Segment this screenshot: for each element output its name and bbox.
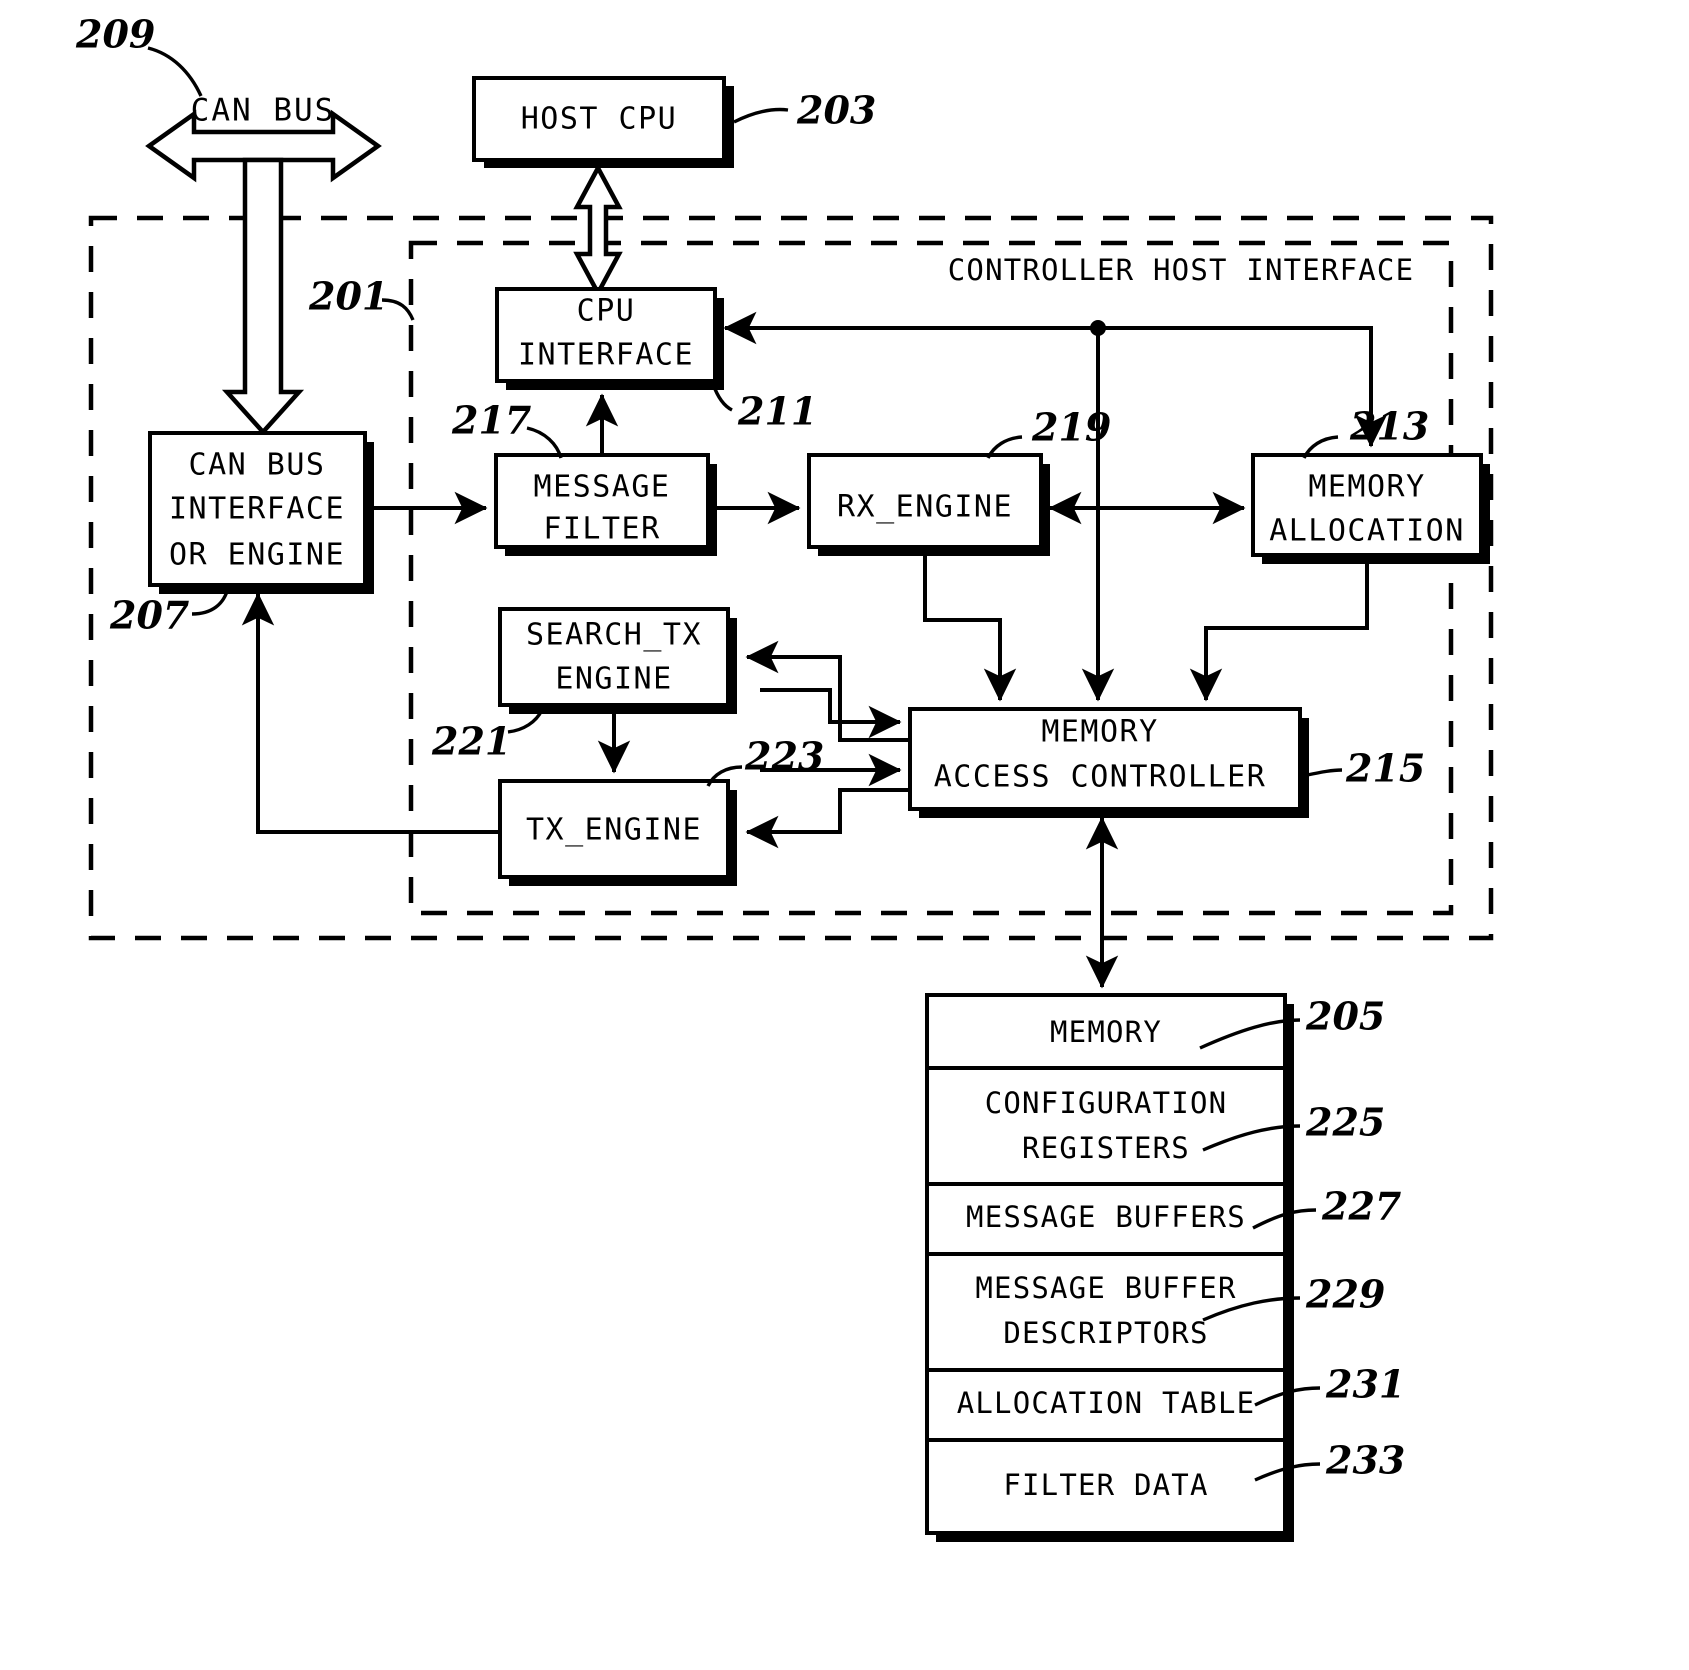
ref-numeral-229: 229: [1305, 1272, 1385, 1317]
search-tx-engine-label-line1: SEARCH_TX: [526, 618, 702, 653]
ref-numeral-225: 225: [1305, 1100, 1385, 1145]
wire-txengine-to-canbus: [241, 592, 500, 834]
ref-numeral-201: 201: [308, 274, 388, 319]
memory-access-controller-label-line2: ACCESS CONTROLLER: [934, 760, 1267, 795]
message-filter-label-line2: FILTER: [543, 512, 660, 547]
ref-numeral-221: 221: [431, 719, 511, 764]
memory-block: [925, 993, 1294, 1542]
memory-row-label-3a: MESSAGE BUFFER: [975, 1271, 1236, 1305]
memory-row-label-4: ALLOCATION TABLE: [957, 1386, 1256, 1420]
controller-host-interface-label: CONTROLLER HOST INTERFACE: [948, 253, 1415, 287]
wire-bus-to-memoryallocation: [1098, 326, 1388, 448]
memory-access-controller-label-line1: MEMORY: [1041, 715, 1158, 750]
can-bus-label: CAN BUS: [191, 93, 336, 129]
can-bus-interface-label-line2: INTERFACE: [169, 492, 345, 527]
memory-row-label-1a: CONFIGURATION: [985, 1086, 1228, 1120]
wire-rxengine-to-mac: [923, 556, 1017, 702]
can-bus-trunk: [221, 157, 305, 436]
tx-engine-label: TX_ENGINE: [526, 813, 702, 848]
memory-row-label-3b: DESCRIPTORS: [1003, 1316, 1208, 1350]
ref-numeral-223: 223: [744, 734, 824, 779]
can-bus-interface-label-line3: OR ENGINE: [169, 538, 345, 573]
ref-numeral-213: 213: [1349, 404, 1429, 449]
wire-searchtx-to-mac: [760, 688, 902, 739]
ref-numeral-205: 205: [1305, 994, 1385, 1039]
ref-numeral-219: 219: [1031, 405, 1111, 450]
leader-215: [1306, 768, 1343, 777]
wire-mac-to-txengine: [745, 788, 910, 849]
leader-203: [733, 107, 789, 124]
ref-numeral-215: 215: [1345, 746, 1425, 791]
message-filter-label-line1: MESSAGE: [534, 470, 671, 505]
block-diagram: CAN BUS CONTROLLER HOST INTERFACE HOST C…: [75, 12, 1494, 1542]
memory-row-label-5: FILTER DATA: [1003, 1468, 1208, 1502]
cpu-interface-label-line1: CPU: [577, 294, 636, 329]
cpu-interface-label-line2: INTERFACE: [518, 338, 694, 373]
can-bus-interface-label-line1: CAN BUS: [189, 448, 326, 483]
memory-allocation-label-line1: MEMORY: [1308, 470, 1425, 505]
wire-memalloc-to-mac: [1189, 564, 1369, 702]
memory-row-label-1b: REGISTERS: [1022, 1131, 1190, 1165]
ref-numeral-233: 233: [1325, 1438, 1405, 1483]
ref-numeral-211: 211: [737, 389, 817, 434]
rx-engine-label: RX_ENGINE: [837, 490, 1013, 525]
host-cpu-label: HOST CPU: [521, 102, 678, 137]
leader-209: [147, 46, 203, 97]
ref-numeral-231: 231: [1325, 1362, 1405, 1407]
memory-row-label-0: MEMORY: [1050, 1015, 1162, 1049]
ref-numeral-209: 209: [75, 12, 155, 57]
memory-row-label-2: MESSAGE BUFFERS: [966, 1200, 1246, 1234]
ref-numeral-203: 203: [796, 88, 876, 133]
figure-canvas: CAN BUS CONTROLLER HOST INTERFACE HOST C…: [0, 0, 1689, 1670]
ref-numeral-227: 227: [1321, 1184, 1401, 1229]
search-tx-engine-label-line2: ENGINE: [555, 662, 672, 697]
ref-numeral-207: 207: [109, 593, 189, 638]
ref-numeral-217: 217: [451, 398, 531, 443]
host-cpu-to-cpu-interface-arrow: [573, 163, 623, 298]
memory-allocation-label-line2: ALLOCATION: [1269, 514, 1465, 549]
